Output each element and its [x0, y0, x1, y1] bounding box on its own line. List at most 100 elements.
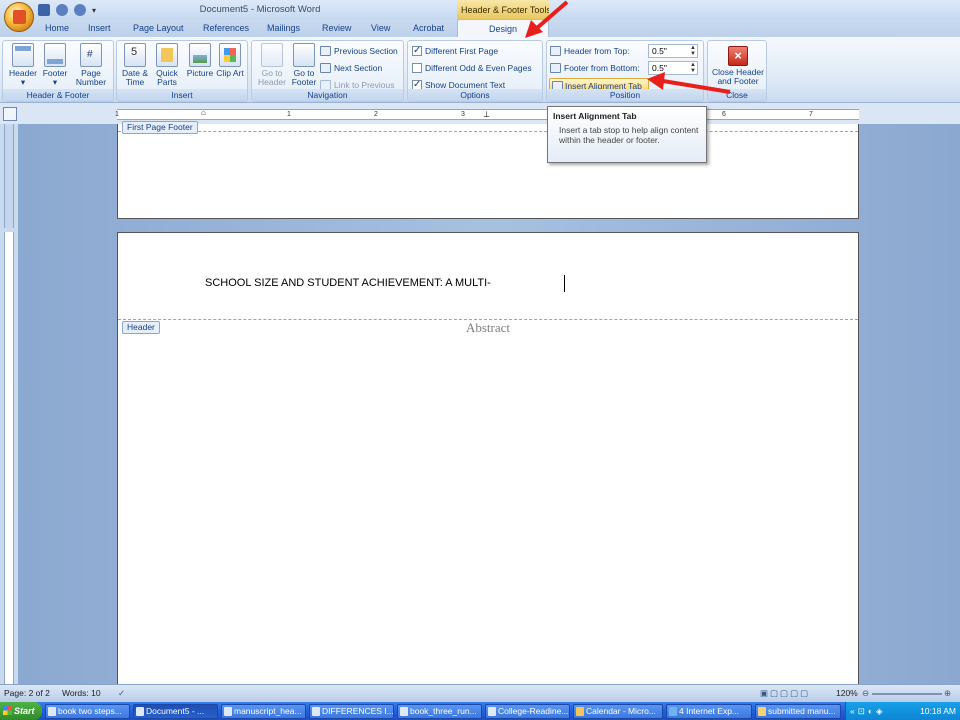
- page-count[interactable]: Page: 2 of 2: [4, 688, 50, 698]
- tray-icons[interactable]: «⊡◐◈: [850, 702, 886, 720]
- tab-review[interactable]: Review: [322, 23, 352, 33]
- proofing-icon[interactable]: ✓: [118, 688, 125, 699]
- footer-from-bottom-label: Footer from Bottom:: [550, 61, 640, 75]
- ruler-number: 1: [115, 111, 119, 118]
- header-from-top-input[interactable]: 0.5" ▲ ▼: [648, 44, 698, 58]
- next-section-icon: [320, 63, 331, 73]
- ruler-number: 6: [722, 111, 726, 118]
- horizontal-ruler[interactable]: 1 1 2 3 4 5 6 7 ⌂ ⊥: [115, 108, 859, 120]
- taskbar-item[interactable]: manuscript_hea...: [221, 704, 306, 719]
- taskbar-item[interactable]: book two steps...: [45, 704, 130, 719]
- internet-explorer-icon: [669, 707, 677, 716]
- header-button[interactable]: Header ▾: [7, 43, 39, 87]
- tab-stop-icon[interactable]: ⊥: [483, 110, 490, 119]
- footer-button[interactable]: Footer ▾: [39, 43, 71, 87]
- checkbox-checked-icon: [412, 44, 422, 58]
- page-1[interactable]: First Page Footer: [117, 121, 859, 219]
- tab-view[interactable]: View: [371, 23, 390, 33]
- go-to-footer-icon: [293, 43, 315, 67]
- ruler-number: 7: [809, 111, 813, 118]
- ruler-number: 3: [461, 111, 465, 118]
- running-head-text[interactable]: SCHOOL SIZE AND STUDENT ACHIEVEMENT: A M…: [205, 277, 491, 289]
- taskbar-item-active[interactable]: Document5 - ...: [133, 704, 218, 719]
- clock[interactable]: 10:18 AM: [920, 702, 956, 720]
- word-doc-icon: [400, 707, 408, 716]
- taskbar-item[interactable]: DIFFERENCES I...: [309, 704, 394, 719]
- taskbar-item[interactable]: 4 Internet Exp...: [666, 704, 752, 719]
- group-label-header-footer: Header & Footer: [3, 89, 113, 101]
- word-doc-icon: [48, 707, 56, 716]
- customize-qat-icon[interactable]: ▾: [92, 6, 96, 15]
- ribbon: Header ▾ Footer ▾ # Page Number Header & F…: [0, 37, 960, 103]
- taskbar-item[interactable]: College-Readine...: [485, 704, 570, 719]
- word-doc-icon: [488, 707, 496, 716]
- folder-icon: [758, 707, 766, 716]
- footer-icon: [44, 43, 66, 67]
- page-number-button[interactable]: # Page Number: [71, 43, 111, 87]
- tab-home[interactable]: Home: [45, 23, 69, 33]
- quick-parts-button[interactable]: Quick Parts: [151, 43, 183, 87]
- office-logo-icon: [13, 10, 26, 24]
- picture-button[interactable]: Picture: [184, 43, 216, 78]
- tooltip: Insert Alignment Tab Insert a tab stop t…: [547, 106, 707, 163]
- taskbar: Start book two steps... Document5 - ... …: [0, 702, 960, 720]
- clip-art-button[interactable]: Clip Art: [216, 43, 244, 78]
- word-doc-icon: [136, 707, 144, 716]
- tab-references[interactable]: References: [203, 23, 249, 33]
- group-label-insert: Insert: [117, 89, 247, 101]
- date-time-button[interactable]: 5 Date & Time: [120, 43, 150, 87]
- word-doc-icon: [312, 707, 320, 716]
- tooltip-body: Insert a tab stop to help align content …: [559, 125, 699, 145]
- group-options: Different First Page Different Odd & Eve…: [407, 40, 543, 102]
- word-count[interactable]: Words: 10: [62, 688, 101, 698]
- tab-page-layout[interactable]: Page Layout: [133, 23, 184, 33]
- window-title: Document5 - Microsoft Word: [199, 4, 321, 15]
- calendar-icon: 5: [124, 43, 146, 67]
- indent-marker-icon[interactable]: ⌂: [201, 108, 206, 117]
- zoom-slider[interactable]: [872, 693, 942, 695]
- zoom-in-icon[interactable]: ⊕: [944, 688, 951, 699]
- tab-mailings[interactable]: Mailings: [267, 23, 300, 33]
- previous-section-button[interactable]: Previous Section: [320, 44, 398, 58]
- go-to-header-button[interactable]: Go to Header: [256, 43, 288, 87]
- abstract-heading[interactable]: Abstract: [118, 320, 858, 336]
- group-navigation: Go to Header Go to Footer Previous Secti…: [251, 40, 404, 102]
- different-odd-even-checkbox[interactable]: Different Odd & Even Pages: [410, 61, 532, 75]
- tab-selector-button[interactable]: [3, 107, 17, 121]
- office-button[interactable]: [4, 2, 34, 32]
- close-icon: ×: [728, 46, 748, 66]
- zoom-level[interactable]: 120%: [836, 688, 858, 698]
- go-to-footer-button[interactable]: Go to Footer: [288, 43, 320, 87]
- undo-icon[interactable]: [56, 4, 68, 16]
- taskbar-item[interactable]: book_three_run...: [397, 704, 482, 719]
- start-button[interactable]: Start: [0, 702, 42, 720]
- quick-access-toolbar: ▾: [38, 3, 96, 17]
- group-insert: 5 Date & Time Quick Parts Picture Clip A…: [116, 40, 248, 102]
- tab-insert[interactable]: Insert: [88, 23, 111, 33]
- taskbar-item[interactable]: submitted manu...: [755, 704, 841, 719]
- picture-icon: [189, 43, 211, 67]
- spinner-arrows-icon[interactable]: ▲ ▼: [690, 45, 696, 57]
- save-icon[interactable]: [38, 4, 50, 16]
- go-to-header-icon: [261, 43, 283, 67]
- next-section-button[interactable]: Next Section: [320, 61, 382, 75]
- calendar-icon: [576, 707, 584, 716]
- redo-icon[interactable]: [74, 4, 86, 16]
- different-first-page-checkbox[interactable]: Different First Page: [410, 44, 498, 58]
- text-cursor: [564, 275, 565, 292]
- taskbar-item[interactable]: Calendar - Micro...: [573, 704, 663, 719]
- annotation-arrow-alignment-tab: [647, 72, 731, 94]
- clip-art-icon: [219, 43, 241, 67]
- zoom-out-icon[interactable]: ⊖: [862, 688, 869, 699]
- checkbox-unchecked-icon: [412, 63, 422, 73]
- quick-parts-icon: [156, 43, 178, 67]
- group-label-options: Options: [408, 89, 542, 101]
- vertical-ruler[interactable]: [4, 232, 14, 684]
- windows-logo-icon: [3, 706, 12, 715]
- annotation-arrow-design: [525, 0, 569, 38]
- tab-acrobat[interactable]: Acrobat: [413, 23, 444, 33]
- header-icon: [12, 43, 34, 67]
- view-buttons[interactable]: ▣▢▢▢▢: [760, 688, 810, 699]
- vertical-ruler-margin: [4, 124, 14, 228]
- page-2[interactable]: SCHOOL SIZE AND STUDENT ACHIEVEMENT: A M…: [117, 232, 859, 692]
